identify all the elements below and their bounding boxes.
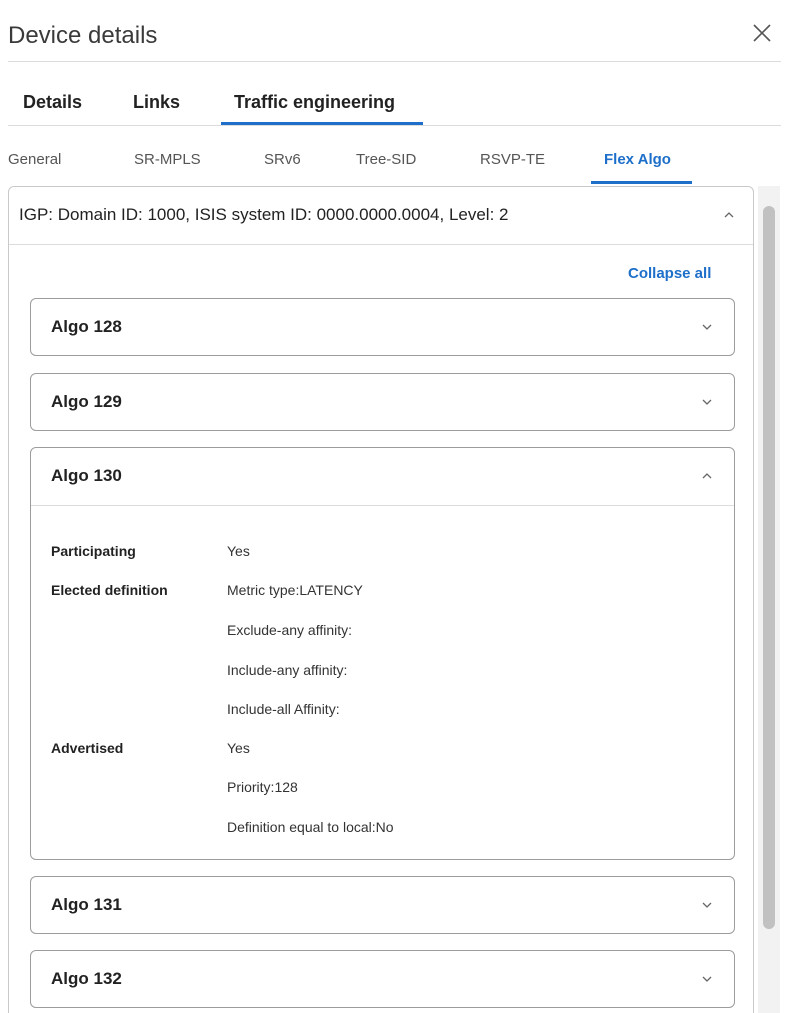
- algo-panel-132: Algo 132: [30, 950, 735, 1008]
- subtab-rsvp-te[interactable]: RSVP-TE: [480, 151, 545, 168]
- tab-links[interactable]: Links: [133, 92, 180, 113]
- chevron-down-icon: [699, 394, 715, 410]
- tab-details[interactable]: Details: [23, 92, 82, 113]
- close-icon: [753, 24, 771, 42]
- collapse-all-link[interactable]: Collapse all: [628, 265, 711, 282]
- metric-type-value: Metric type:LATENCY: [227, 582, 363, 598]
- subtab-general[interactable]: General: [8, 151, 61, 168]
- algo-panel-130: Algo 130 Participating Yes Elected defin…: [30, 447, 735, 860]
- scrollbar-thumb[interactable]: [763, 206, 775, 929]
- algo-129-title: Algo 129: [51, 392, 122, 411]
- main-tabs: Details Links Traffic engineering: [0, 84, 789, 126]
- include-any-affinity-value: Include-any affinity:: [227, 662, 348, 678]
- subtab-srv6[interactable]: SRv6: [264, 151, 301, 168]
- algo-panel-129: Algo 129: [30, 373, 735, 431]
- algo-panel-128: Algo 128: [30, 298, 735, 356]
- algo-131-header[interactable]: Algo 131: [31, 877, 734, 933]
- algo-132-header[interactable]: Algo 132: [31, 951, 734, 1007]
- close-button[interactable]: [749, 20, 775, 46]
- algo-131-title: Algo 131: [51, 895, 122, 914]
- exclude-any-affinity-value: Exclude-any affinity:: [227, 622, 353, 638]
- algo-128-title: Algo 128: [51, 317, 122, 336]
- header-divider: [8, 61, 781, 62]
- algo-129-header[interactable]: Algo 129: [31, 374, 734, 430]
- chevron-up-icon: [699, 468, 715, 484]
- algo-130-divider: [31, 505, 734, 506]
- elected-definition-label: Elected definition: [51, 582, 168, 598]
- igp-panel-title: IGP: Domain ID: 1000, ISIS system ID: 00…: [19, 205, 509, 224]
- chevron-down-icon: [699, 319, 715, 335]
- chevron-up-icon: [721, 207, 737, 223]
- include-all-affinity-value: Include-all Affinity:: [227, 701, 340, 717]
- subtab-flex-algo[interactable]: Flex Algo: [604, 151, 671, 168]
- igp-panel-header[interactable]: IGP: Domain ID: 1000, ISIS system ID: 00…: [9, 187, 753, 245]
- algo-130-header[interactable]: Algo 130: [31, 448, 734, 504]
- algo-132-title: Algo 132: [51, 969, 122, 988]
- active-subtab-indicator: [591, 181, 692, 184]
- advertised-value: Yes: [227, 740, 250, 756]
- subtab-sr-mpls[interactable]: SR-MPLS: [134, 151, 201, 168]
- definition-equal-value: Definition equal to local:No: [227, 819, 394, 835]
- chevron-down-icon: [699, 897, 715, 913]
- algo-128-header[interactable]: Algo 128: [31, 299, 734, 355]
- participating-label: Participating: [51, 543, 136, 559]
- advertised-label: Advertised: [51, 740, 124, 756]
- chevron-down-icon: [699, 971, 715, 987]
- panel-header: Device details: [0, 0, 789, 62]
- sub-tabs: General SR-MPLS SRv6 Tree-SID RSVP-TE Fl…: [0, 145, 789, 185]
- algo-130-title: Algo 130: [51, 466, 122, 485]
- participating-value: Yes: [227, 543, 250, 559]
- tabs-divider: [8, 125, 781, 126]
- algo-panel-131: Algo 131: [30, 876, 735, 934]
- tab-traffic-engineering[interactable]: Traffic engineering: [234, 92, 395, 113]
- subtab-tree-sid[interactable]: Tree-SID: [356, 151, 416, 168]
- priority-value: Priority:128: [227, 779, 298, 795]
- page-title: Device details: [8, 22, 158, 49]
